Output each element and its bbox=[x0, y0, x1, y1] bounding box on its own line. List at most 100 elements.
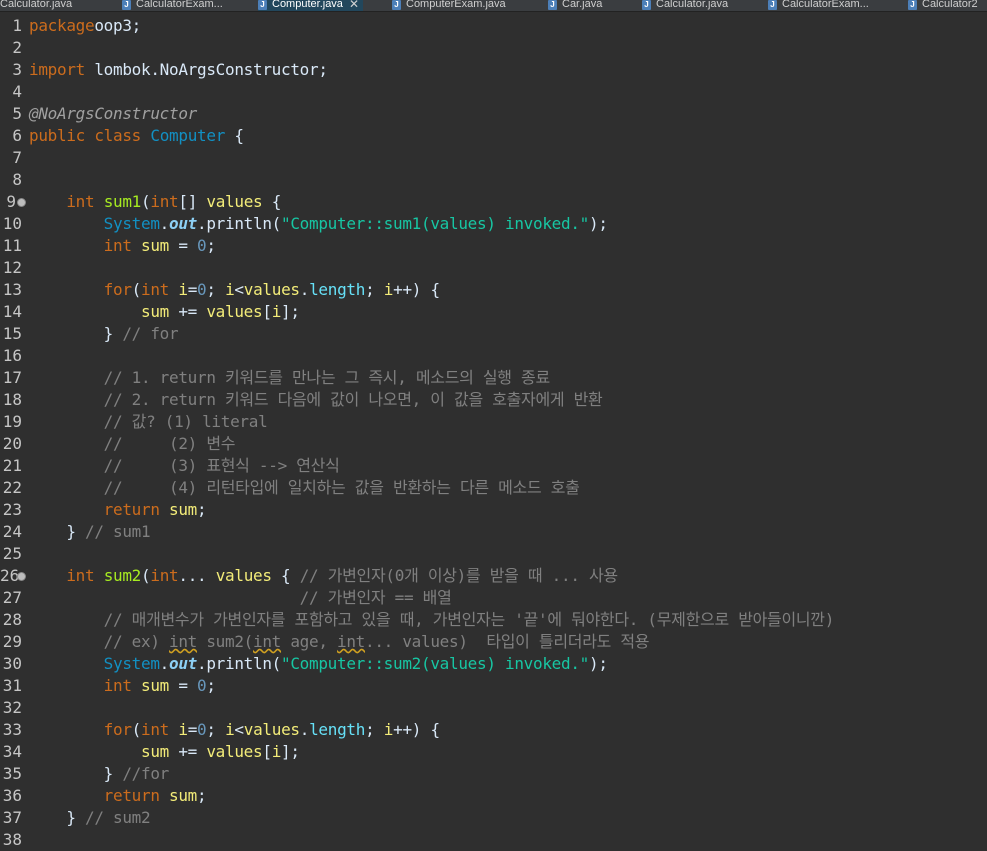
code-text: @NoArgsConstructor bbox=[29, 103, 197, 125]
code-token: sum bbox=[169, 786, 198, 805]
code-text: // (2) 변수 bbox=[29, 433, 236, 455]
code-text: // 값? (1) literal bbox=[29, 411, 268, 433]
editor-tab[interactable]: J ComputerExam.java bbox=[392, 0, 506, 11]
code-text: // ex) int sum2(int age, int... values) … bbox=[29, 631, 650, 653]
code-line[interactable]: 4 bbox=[0, 81, 987, 103]
code-line[interactable]: 12 bbox=[0, 257, 987, 279]
code-line[interactable]: 5 @NoArgsConstructor bbox=[0, 103, 987, 125]
code-token: { bbox=[225, 126, 244, 145]
code-token: ; bbox=[206, 676, 216, 695]
code-line[interactable]: 31 int sum = 0; bbox=[0, 675, 987, 697]
line-number: 31 bbox=[2, 676, 22, 695]
code-token: int bbox=[169, 632, 198, 651]
line-number: 17 bbox=[2, 368, 22, 387]
code-line[interactable]: 6 public class Computer { bbox=[0, 125, 987, 147]
line-number: 34 bbox=[2, 742, 22, 761]
code-line[interactable]: 11 int sum = 0; bbox=[0, 235, 987, 257]
line-number: 5 bbox=[12, 104, 22, 123]
code-line[interactable]: 21 // (3) 표현식 --> 연산식 bbox=[0, 455, 987, 477]
code-token: @NoArgsConstructor bbox=[29, 104, 197, 123]
code-text: } // for bbox=[29, 323, 179, 345]
editor-tab[interactable]: J Car.java bbox=[548, 0, 602, 11]
code-line[interactable]: 7 bbox=[0, 147, 987, 169]
code-token: = bbox=[187, 720, 198, 739]
code-text: // 1. return 키워드를 만나는 그 즉시, 메소드의 실행 종료 bbox=[29, 367, 551, 389]
code-line[interactable]: 10 System.out.println("Computer::sum1(va… bbox=[0, 213, 987, 235]
code-line[interactable]: 29 // ex) int sum2(int age, int... value… bbox=[0, 631, 987, 653]
line-number: 13 bbox=[2, 280, 22, 299]
code-token: i bbox=[271, 742, 282, 761]
code-line[interactable]: 23 return sum; bbox=[0, 499, 987, 521]
code-line[interactable]: 22 // (4) 리턴타입에 일치하는 값을 반환하는 다른 메소드 호출 bbox=[0, 477, 987, 499]
line-number: 11 bbox=[2, 236, 22, 255]
code-line[interactable]: 1 packageoop3; bbox=[0, 15, 987, 37]
code-line[interactable]: 24 } // sum1 bbox=[0, 521, 987, 543]
fold-toggle-icon[interactable] bbox=[17, 198, 26, 207]
code-token: 0 bbox=[197, 236, 207, 255]
code-line[interactable]: 17 // 1. return 키워드를 만나는 그 즉시, 메소드의 실행 종… bbox=[0, 367, 987, 389]
editor-tab[interactable]: J Calculator.java bbox=[642, 0, 728, 11]
line-number: 16 bbox=[2, 346, 22, 365]
code-line[interactable]: 2 bbox=[0, 37, 987, 59]
code-text: System.out.println("Computer::sum2(value… bbox=[29, 653, 608, 675]
close-tab-icon[interactable]: ✕ bbox=[349, 0, 359, 10]
code-editor[interactable]: 1 packageoop3; 2 3 import lombok.NoArgsConst… bbox=[0, 15, 987, 849]
code-line[interactable]: 14 sum += values[i]; bbox=[0, 301, 987, 323]
code-token: 0 bbox=[197, 280, 207, 299]
code-token: length bbox=[309, 720, 366, 739]
editor-tab[interactable]: J Computer.java ✕ bbox=[258, 0, 363, 11]
code-line[interactable]: 3 import lombok.NoArgsConstructor; bbox=[0, 59, 987, 81]
code-token: sum bbox=[141, 742, 169, 761]
code-token: values bbox=[215, 566, 272, 585]
code-token: int bbox=[66, 192, 95, 211]
code-line[interactable]: 32 bbox=[0, 697, 987, 719]
code-text: int sum = 0; bbox=[29, 675, 216, 697]
code-line[interactable]: 37 } // sum2 bbox=[0, 807, 987, 829]
code-line[interactable]: 18 // 2. return 키워드 다음에 값이 나오면, 이 값을 호출자… bbox=[0, 389, 987, 411]
code-token: values bbox=[206, 192, 263, 211]
code-text: public class Computer { bbox=[29, 125, 244, 147]
line-number: 25 bbox=[2, 544, 22, 563]
code-token: values bbox=[243, 720, 300, 739]
code-line[interactable]: 20 // (2) 변수 bbox=[0, 433, 987, 455]
code-line[interactable]: 30 System.out.println("Computer::sum2(va… bbox=[0, 653, 987, 675]
code-line[interactable]: 25 bbox=[0, 543, 987, 565]
code-token: int bbox=[103, 676, 132, 695]
code-token: int bbox=[141, 280, 170, 299]
code-token: System bbox=[103, 214, 160, 233]
editor-tab[interactable]: J Calculator2 bbox=[908, 0, 978, 11]
code-line[interactable]: 16 bbox=[0, 345, 987, 367]
code-token: return bbox=[103, 786, 160, 805]
code-line[interactable]: 9 int sum1(int[] values { bbox=[0, 191, 987, 213]
editor-tab[interactable]: J CalculatorExam... bbox=[122, 0, 223, 11]
code-token: . bbox=[299, 720, 310, 739]
code-token: ++) { bbox=[393, 720, 440, 739]
code-line[interactable]: 34 sum += values[i]; bbox=[0, 741, 987, 763]
code-text: // 가변인자 == 배열 bbox=[29, 587, 452, 609]
code-line[interactable]: 35 } //for bbox=[0, 763, 987, 785]
code-line[interactable]: 8 bbox=[0, 169, 987, 191]
code-line[interactable]: 27 // 가변인자 == 배열 bbox=[0, 587, 987, 609]
code-line[interactable]: 28 // 매개변수가 가변인자를 포함하고 있을 때, 가변인자는 '끝'에 … bbox=[0, 609, 987, 631]
editor-tab[interactable]: Calculator.java bbox=[0, 0, 72, 11]
line-number: 35 bbox=[2, 764, 22, 783]
code-token: // (3) 표현식 --> 연산식 bbox=[103, 456, 340, 475]
code-token: import bbox=[29, 60, 85, 79]
code-text: return sum; bbox=[29, 785, 207, 807]
code-line[interactable]: 15 } // for bbox=[0, 323, 987, 345]
code-line[interactable]: 26 int sum2(int... values { // 가변인자(0개 이… bbox=[0, 565, 987, 587]
code-token: for bbox=[103, 280, 132, 299]
tab-label: Car.java bbox=[562, 0, 603, 10]
code-line[interactable]: 19 // 값? (1) literal bbox=[0, 411, 987, 433]
code-line[interactable]: 33 for(int i=0; i<values.length; i++) { bbox=[0, 719, 987, 741]
code-line[interactable]: 36 return sum; bbox=[0, 785, 987, 807]
code-token: i bbox=[225, 280, 235, 299]
editor-tab[interactable]: J CalculatorExam... bbox=[768, 0, 869, 11]
fold-toggle-icon[interactable] bbox=[17, 572, 26, 581]
code-line[interactable]: 13 for(int i=0; i<values.length; i++) { bbox=[0, 279, 987, 301]
